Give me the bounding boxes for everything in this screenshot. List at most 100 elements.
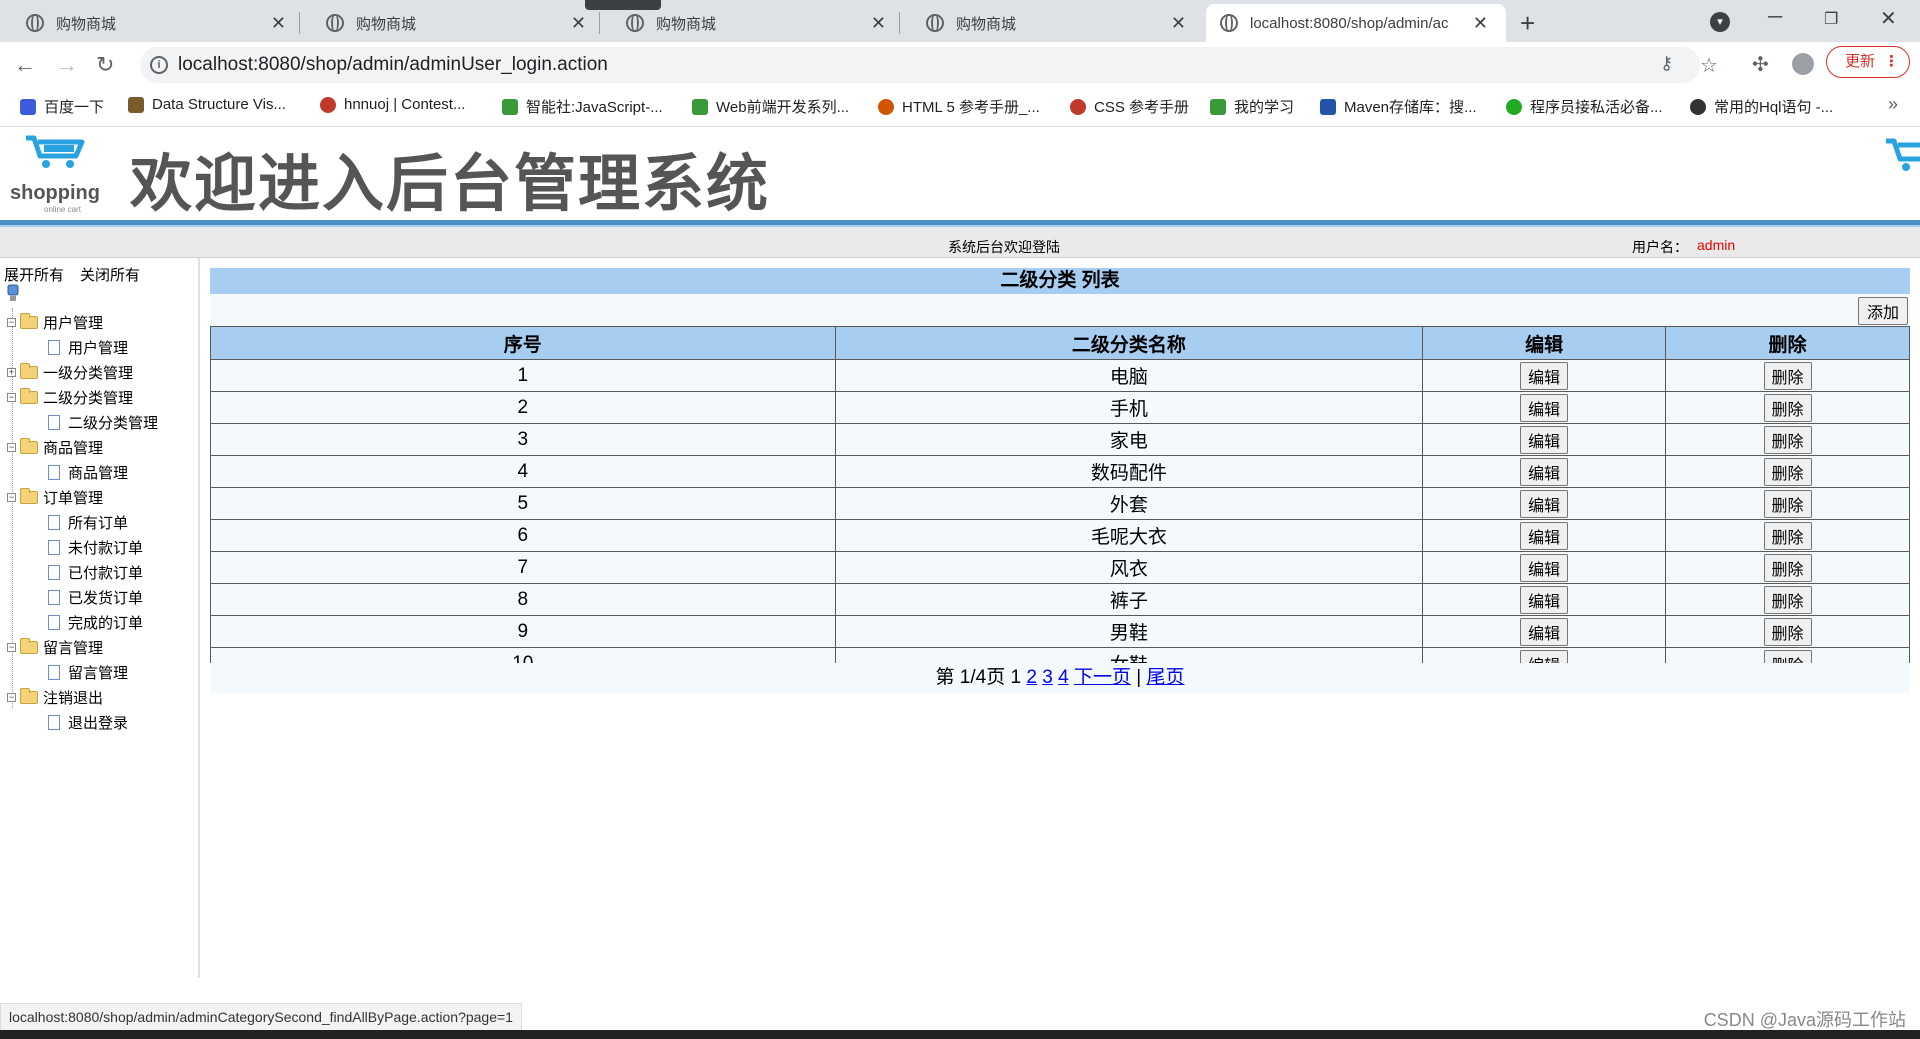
delete-button[interactable]: 删除	[1763, 457, 1812, 486]
close-icon[interactable]: ✕	[1473, 13, 1488, 34]
browser-tab-active[interactable]: localhost:8080/shop/admin/ac ✕	[1206, 4, 1506, 42]
bookmark-item[interactable]: Maven存储库：搜...	[1320, 96, 1477, 117]
delete-button[interactable]: 删除	[1763, 425, 1812, 454]
next-page-link[interactable]: 下一页	[1074, 667, 1131, 688]
close-icon[interactable]: ✕	[271, 13, 286, 34]
tree-item-product-manage[interactable]: 商品管理	[48, 462, 128, 482]
close-icon[interactable]: ✕	[1171, 13, 1186, 34]
omnibox[interactable]: i localhost:8080/shop/admin/adminUser_lo…	[140, 47, 1718, 83]
tree-group-label: 留言管理	[43, 639, 104, 657]
page-link[interactable]: 4	[1058, 667, 1069, 688]
collapse-icon[interactable]: −	[7, 317, 16, 327]
bookmark-item[interactable]: 程序员接私活必备...	[1506, 96, 1663, 117]
bookmark-item[interactable]: hnnuoj | Contest...	[320, 96, 465, 113]
tree-group-message[interactable]: − 留言管理	[7, 637, 103, 657]
bookmark-item[interactable]: 常用的Hql语句 -...	[1690, 96, 1833, 117]
tree-item-paid-orders[interactable]: 已付款订单	[48, 562, 143, 582]
delete-button[interactable]: 删除	[1763, 361, 1812, 390]
edit-button[interactable]: 编辑	[1520, 489, 1569, 518]
collapse-icon[interactable]: −	[7, 392, 16, 402]
bookmark-label: Data Structure Vis...	[152, 96, 286, 113]
minimize-icon[interactable]: ─	[1768, 6, 1782, 29]
edit-button[interactable]: 编辑	[1520, 425, 1569, 454]
bookmark-item[interactable]: 我的学习	[1210, 96, 1294, 117]
collapse-all-link[interactable]: 关闭所有	[80, 264, 140, 285]
profile-avatar-icon[interactable]	[1792, 53, 1814, 75]
collapse-icon[interactable]: −	[7, 642, 16, 652]
edit-button[interactable]: 编辑	[1520, 457, 1569, 486]
bookmarks-overflow-icon[interactable]: »	[1888, 94, 1898, 115]
new-tab-icon[interactable]: +	[1520, 8, 1535, 39]
edit-button[interactable]: 编辑	[1520, 393, 1569, 422]
last-page-link[interactable]: 尾页	[1146, 667, 1184, 688]
expand-all-link[interactable]: 展开所有	[4, 264, 64, 285]
window-close-icon[interactable]: ✕	[1880, 6, 1897, 31]
banner: shopping online cart 欢迎进入后台管理系统	[0, 127, 1920, 220]
edit-cell: 编辑	[1422, 583, 1667, 616]
collapse-icon[interactable]: −	[7, 492, 16, 502]
browser-tab[interactable]: 购物商城 ✕	[600, 4, 900, 42]
close-icon[interactable]: ✕	[871, 13, 886, 34]
tree-item-all-orders[interactable]: 所有订单	[48, 512, 128, 532]
tree-item-logout[interactable]: 退出登录	[48, 712, 128, 732]
tree-item-shipped-orders[interactable]: 已发货订单	[48, 587, 143, 607]
tab-search-icon[interactable]: ▾	[1710, 12, 1730, 32]
extensions-icon[interactable]: ✣	[1752, 52, 1769, 77]
bookmark-item[interactable]: HTML 5 参考手册_...	[878, 96, 1040, 117]
browser-tab[interactable]: 购物商城 ✕	[900, 4, 1200, 42]
add-button[interactable]: 添加	[1857, 297, 1908, 325]
key-icon[interactable]: ⚷	[1660, 53, 1673, 74]
reload-icon[interactable]: ↻	[96, 52, 114, 78]
collapse-icon[interactable]: −	[7, 692, 16, 702]
tree-group-logout[interactable]: − 注销退出	[7, 687, 103, 707]
delete-button[interactable]: 删除	[1763, 553, 1812, 582]
delete-button[interactable]: 删除	[1763, 489, 1812, 518]
restore-icon[interactable]: ❐	[1824, 9, 1838, 29]
tree-item-completed-orders[interactable]: 完成的订单	[48, 612, 143, 632]
edit-button[interactable]: 编辑	[1520, 521, 1569, 550]
collapse-icon[interactable]: −	[7, 442, 16, 452]
tree-item-user-manage[interactable]: 用户管理	[48, 337, 128, 357]
tree-group-category2[interactable]: − 二级分类管理	[7, 387, 133, 407]
sidebar-tree: 展开所有 关闭所有 − 用户管理 用户管理 + 一级分类管理 − 二级分类管理	[0, 258, 200, 978]
bookmark-item[interactable]: CSS 参考手册	[1070, 96, 1189, 117]
site-info-icon[interactable]: i	[150, 56, 168, 74]
edit-button[interactable]: 编辑	[1520, 553, 1569, 582]
tree-group-category1[interactable]: + 一级分类管理	[7, 362, 133, 382]
tree-item-category2-manage[interactable]: 二级分类管理	[48, 412, 158, 432]
edit-button[interactable]: 编辑	[1520, 361, 1569, 390]
browser-tab[interactable]: 购物商城 ✕	[300, 4, 600, 42]
bookmark-item[interactable]: 智能社:JavaScript-...	[502, 96, 663, 117]
tree-group-order[interactable]: − 订单管理	[7, 487, 103, 507]
url-text[interactable]: localhost:8080/shop/admin/adminUser_logi…	[178, 54, 608, 76]
bookmark-label: 程序员接私活必备...	[1530, 99, 1663, 116]
tree-item-label: 用户管理	[68, 339, 129, 357]
username-label: 用户名：	[1632, 239, 1688, 255]
tree-item-unpaid-orders[interactable]: 未付款订单	[48, 537, 143, 557]
close-icon[interactable]: ✕	[571, 13, 586, 34]
delete-button[interactable]: 删除	[1763, 585, 1812, 614]
edit-button[interactable]: 编辑	[1520, 617, 1569, 646]
delete-button[interactable]: 删除	[1763, 521, 1812, 550]
tree-group-user[interactable]: − 用户管理	[7, 312, 103, 332]
forward-icon[interactable]: →	[56, 52, 78, 78]
bookmark-item[interactable]: Data Structure Vis...	[128, 96, 286, 113]
page-link[interactable]: 3	[1042, 667, 1053, 688]
delete-cell: 删除	[1665, 391, 1910, 424]
browser-tab[interactable]: 购物商城 ✕	[0, 4, 300, 42]
update-button[interactable]: 更新 ⋮	[1826, 46, 1910, 78]
delete-button[interactable]: 删除	[1763, 617, 1812, 646]
tree-item-label: 所有订单	[68, 514, 129, 532]
bookmark-star-icon[interactable]: ☆	[1700, 53, 1718, 78]
expand-icon[interactable]: +	[7, 367, 16, 377]
bookmark-item[interactable]: 百度一下	[20, 96, 104, 117]
bookmarks-bar: 百度一下 Data Structure Vis... hnnuoj | Cont…	[0, 88, 1920, 127]
tree-item-message-manage[interactable]: 留言管理	[48, 662, 128, 682]
delete-button[interactable]: 删除	[1763, 393, 1812, 422]
back-icon[interactable]: ←	[14, 52, 36, 78]
bookmark-item[interactable]: Web前端开发系列...	[692, 96, 849, 117]
page-icon	[48, 589, 60, 605]
tree-group-product[interactable]: − 商品管理	[7, 437, 103, 457]
edit-button[interactable]: 编辑	[1520, 585, 1569, 614]
page-link[interactable]: 2	[1026, 667, 1037, 688]
